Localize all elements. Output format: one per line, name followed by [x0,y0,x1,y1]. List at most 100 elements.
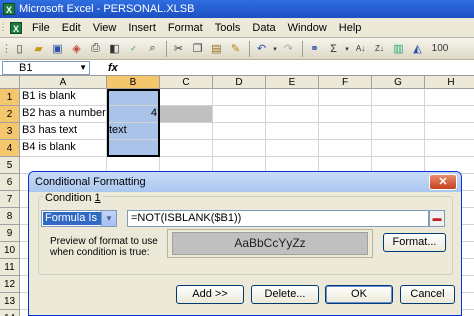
formula-content[interactable] [124,61,474,75]
cell-b1[interactable] [107,89,160,106]
zoom-value[interactable]: 100 [428,40,452,57]
ok-button[interactable]: OK [325,285,393,304]
sort-descending-icon[interactable]: Z↓ [371,40,388,57]
cell-h3[interactable] [425,123,474,140]
cell-f3[interactable] [319,123,372,140]
undo-dropdown-icon[interactable]: ▾ [272,40,278,57]
collapse-dialog-icon[interactable]: ▬ [429,210,445,227]
cell-a4[interactable]: B4 is blank [20,140,107,157]
condition-type-select[interactable]: Formula Is ▼ [41,210,117,227]
cell-g3[interactable] [372,123,425,140]
redo-icon[interactable]: ↷ [280,40,297,57]
cell-f2[interactable] [319,106,372,123]
copy-icon[interactable]: ❐ [189,40,206,57]
open-icon[interactable]: ▰ [30,40,47,57]
cell-b2[interactable]: 4 [107,106,160,123]
cell-g1[interactable] [372,89,425,106]
cell-e2[interactable] [266,106,319,123]
autosum-dropdown-icon[interactable]: ▾ [344,40,350,57]
print-preview-icon[interactable]: ◧ [106,40,123,57]
print-icon[interactable]: ⎙ [87,40,104,57]
menu-edit[interactable]: Edit [56,18,87,38]
cell-d2[interactable] [213,106,266,123]
column-header-h[interactable]: H [425,76,474,89]
row-header-3[interactable]: 3 [0,123,20,140]
column-header-e[interactable]: E [266,76,319,89]
cell-a2[interactable]: B2 has a number [20,106,107,123]
cell-e3[interactable] [266,123,319,140]
cell-a1[interactable]: B1 is blank [20,89,107,106]
cell-d3[interactable] [213,123,266,140]
menu-help[interactable]: Help [333,18,368,38]
cell-b4[interactable] [107,140,160,157]
chart-wizard-icon[interactable]: ▥ [390,40,407,57]
format-button[interactable]: Format... [383,233,446,252]
cell-f1[interactable] [319,89,372,106]
cell-f4[interactable] [319,140,372,157]
cell-h4[interactable] [425,140,474,157]
permission-icon[interactable]: ◈ [68,40,85,57]
menu-window[interactable]: Window [282,18,333,38]
paste-icon[interactable]: ▤ [208,40,225,57]
cell-e4[interactable] [266,140,319,157]
menu-format[interactable]: Format [162,18,209,38]
cell-c2[interactable] [160,106,213,123]
row-header-10[interactable]: 10 [0,242,20,259]
menu-view[interactable]: View [87,18,123,38]
close-icon[interactable]: ✕ [429,174,457,190]
row-header-12[interactable]: 12 [0,276,20,293]
cell-c4[interactable] [160,140,213,157]
column-header-b[interactable]: B [107,76,160,89]
add-button[interactable]: Add >> [176,285,244,304]
menu-tools[interactable]: Tools [209,18,247,38]
column-header-d[interactable]: D [213,76,266,89]
row-header-2[interactable]: 2 [0,106,20,123]
menu-file[interactable]: File [26,18,56,38]
cell-c1[interactable] [160,89,213,106]
save-icon[interactable]: ▣ [49,40,66,57]
insert-function-icon[interactable]: fx [108,62,118,74]
cut-icon[interactable]: ✂ [170,40,187,57]
row-header-14[interactable]: 14 [0,310,20,316]
cell-g2[interactable] [372,106,425,123]
column-header-g[interactable]: G [372,76,425,89]
cell-d4[interactable] [213,140,266,157]
column-header-c[interactable]: C [160,76,213,89]
row-header-8[interactable]: 8 [0,208,20,225]
chevron-down-icon[interactable]: ▼ [79,62,87,74]
spelling-icon[interactable]: ✓ [125,40,142,57]
cell-b3[interactable]: text [107,123,160,140]
cell-e1[interactable] [266,89,319,106]
cell-h1[interactable] [425,89,474,106]
new-icon[interactable]: ▯ [11,40,28,57]
cell-d1[interactable] [213,89,266,106]
menu-insert[interactable]: Insert [122,18,162,38]
column-header-a[interactable]: A [20,76,107,89]
name-box[interactable]: B1 ▼ [2,60,90,75]
hyperlink-icon[interactable]: ⚭ [306,40,323,57]
row-header-11[interactable]: 11 [0,259,20,276]
row-header-13[interactable]: 13 [0,293,20,310]
drawing-icon[interactable]: ◭ [409,40,426,57]
row-header-4[interactable]: 4 [0,140,20,157]
row-header-1[interactable]: 1 [0,89,20,106]
undo-icon[interactable]: ↶ [253,40,270,57]
format-painter-icon[interactable]: ✎ [227,40,244,57]
column-header-f[interactable]: F [319,76,372,89]
cell-g4[interactable] [372,140,425,157]
menu-data[interactable]: Data [246,18,281,38]
document-icon[interactable]: X [10,21,22,34]
sort-ascending-icon[interactable]: A↓ [352,40,369,57]
row-header-9[interactable]: 9 [0,225,20,242]
delete-button[interactable]: Delete... [251,285,319,304]
row-header-7[interactable]: 7 [0,191,20,208]
cell-c3[interactable] [160,123,213,140]
chevron-down-icon[interactable]: ▼ [101,211,116,226]
cancel-button[interactable]: Cancel [400,285,455,304]
row-header-5[interactable]: 5 [0,157,20,174]
formula-input[interactable]: =NOT(ISBLANK($B1)) [127,210,429,227]
row-header-6[interactable]: 6 [0,174,20,191]
cell-a3[interactable]: B3 has text [20,123,107,140]
autosum-icon[interactable]: Σ [325,40,342,57]
select-all-corner[interactable] [0,76,20,89]
